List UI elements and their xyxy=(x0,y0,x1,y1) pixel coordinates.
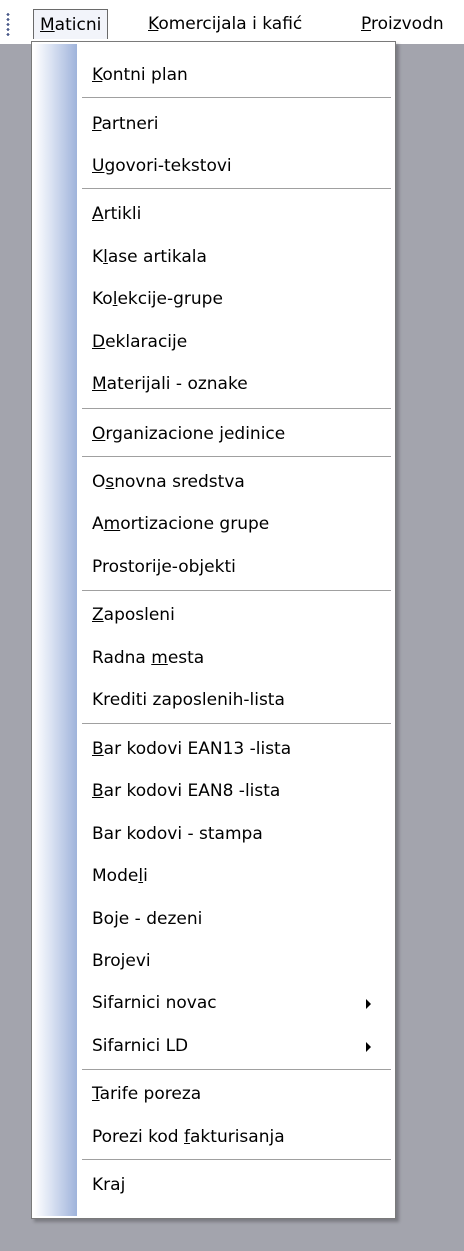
menu-item-kolekcije-grupe[interactable]: Kolekcije-grupe xyxy=(92,282,385,316)
menu-item-krediti-zaposlenih-lista[interactable]: Krediti zaposlenih-lista xyxy=(92,683,385,717)
menu-item-amortizacione-grupe[interactable]: Amortizacione grupe xyxy=(92,507,385,541)
item-text: ontni plan xyxy=(102,65,188,85)
menu-item-ugovori-tekstovi[interactable]: Ugovori-tekstovi xyxy=(92,149,385,183)
item-accesskey: s xyxy=(105,472,115,492)
menu-item-bar-kodovi-ean13[interactable]: Bar kodovi EAN13 -lista xyxy=(92,732,385,766)
menu-separator xyxy=(82,1069,391,1070)
item-text: K xyxy=(92,247,104,267)
menu-item-radna-mesta[interactable]: Radna mesta xyxy=(92,641,385,675)
submenu-arrow-icon xyxy=(366,999,371,1009)
item-text: aposleni xyxy=(103,605,175,625)
item-accesskey: Z xyxy=(92,605,104,625)
menu-item-partneri[interactable]: Partneri xyxy=(92,107,385,141)
menu-label-post: aticni xyxy=(54,15,102,35)
menu-maticni[interactable]: Maticni xyxy=(33,9,109,39)
menu-separator xyxy=(82,97,391,98)
submenu-arrow-icon xyxy=(366,1042,371,1052)
item-text: Brojevi xyxy=(92,951,151,971)
menu-label-accesskey: M xyxy=(40,15,55,35)
item-text: esta xyxy=(167,648,205,668)
item-text: Sifarnici LD xyxy=(92,1036,189,1056)
menu-komercijala-i-kafic[interactable]: Komercijala i kafić xyxy=(142,9,308,39)
item-text: arife poreza xyxy=(99,1084,202,1104)
item-accesskey: O xyxy=(92,424,106,444)
menu-item-bar-kodovi-stampa[interactable]: Bar kodovi - stampa xyxy=(92,817,385,851)
item-accesskey: m xyxy=(103,514,121,534)
item-text: A xyxy=(92,514,104,534)
menu-item-osnovna-sredstva[interactable]: Osnovna sredstva xyxy=(92,465,385,499)
item-text: Ko xyxy=(92,289,113,309)
item-text: ar kodovi EAN8 -lista xyxy=(103,781,281,801)
menu-item-bar-kodovi-ean8[interactable]: Bar kodovi EAN8 -lista xyxy=(92,774,385,808)
menu-item-modeli[interactable]: Modeli xyxy=(92,859,385,893)
item-text: ekcije-grupe xyxy=(117,289,223,309)
menu-icon-gutter xyxy=(34,44,77,1216)
menu-item-klase-artikala[interactable]: Klase artikala xyxy=(92,240,385,274)
menu-item-tarife-poreza[interactable]: Tarife poreza xyxy=(92,1077,385,1111)
menu-separator xyxy=(82,456,391,457)
toolbar-grip[interactable] xyxy=(6,12,10,36)
item-text: eklaracije xyxy=(105,332,188,352)
item-text: rtikli xyxy=(103,204,142,224)
menu-item-zaposleni[interactable]: Zaposleni xyxy=(92,598,385,632)
item-text: Prostorije-objekti xyxy=(92,557,236,577)
item-text: Sifarnici novac xyxy=(92,993,217,1013)
menu-item-materijali-oznake[interactable]: Materijali - oznake xyxy=(92,367,385,401)
item-text: Bar kodovi - stampa xyxy=(92,824,263,844)
item-text: ortizacione grupe xyxy=(120,514,270,534)
menu-proizvodnja[interactable]: Proizvodn xyxy=(355,9,450,39)
item-accesskey: A xyxy=(92,204,104,224)
menu-item-sifarnici-novac[interactable]: Sifarnici novac xyxy=(92,986,385,1020)
menu-label-post: roizvodn xyxy=(370,14,444,34)
menu-separator xyxy=(82,723,391,724)
maticni-dropdown-menu: Kontni plan Partneri Ugovori-tekstovi Ar… xyxy=(31,41,396,1219)
item-text: Boje - dezeni xyxy=(92,909,203,929)
menu-item-artikli[interactable]: Artikli xyxy=(92,197,385,231)
item-accesskey: D xyxy=(92,332,106,352)
item-text: govori-tekstovi xyxy=(104,156,232,176)
menu-item-kontni-plan[interactable]: Kontni plan xyxy=(92,58,385,92)
item-text: ar kodovi EAN13 -lista xyxy=(103,739,292,759)
menu-separator xyxy=(82,1159,391,1160)
item-text: artneri xyxy=(101,114,159,134)
menu-label-accesskey: P xyxy=(361,14,371,34)
item-text: Porezi kod xyxy=(92,1127,185,1147)
item-text: rganizacione jedinice xyxy=(105,424,286,444)
menu-separator xyxy=(82,590,391,591)
menu-bar: Maticni Komercijala i kafić Proizvodn xyxy=(0,0,464,44)
menu-item-kraj[interactable]: Kraj xyxy=(92,1168,385,1202)
item-text: Radna xyxy=(92,648,152,668)
item-accesskey: P xyxy=(92,114,102,134)
item-text: Krediti zaposlenih-lista xyxy=(92,690,285,710)
menu-item-brojevi[interactable]: Brojevi xyxy=(92,944,385,978)
item-text: akturisanja xyxy=(190,1127,285,1147)
item-text: Kra xyxy=(92,1175,121,1195)
menu-label-post: omercijala i kafić xyxy=(158,14,303,34)
item-text: i xyxy=(143,866,148,886)
item-accesskey: K xyxy=(92,65,103,85)
item-text: Mode xyxy=(92,866,139,886)
item-text: O xyxy=(92,472,106,492)
menu-separator xyxy=(82,188,391,189)
item-accesskey: B xyxy=(92,739,104,759)
item-accesskey: m xyxy=(151,648,168,668)
item-accesskey: U xyxy=(92,156,105,176)
menu-item-porezi-kod-fakturisanja[interactable]: Porezi kod fakturisanja xyxy=(92,1120,385,1154)
menu-item-sifarnici-ld[interactable]: Sifarnici LD xyxy=(92,1029,385,1063)
menu-item-deklaracije[interactable]: Deklaracije xyxy=(92,325,385,359)
menu-label-accesskey: K xyxy=(148,14,159,34)
item-accesskey: j xyxy=(120,1175,126,1195)
item-accesskey: T xyxy=(92,1084,100,1104)
item-accesskey: B xyxy=(92,781,104,801)
menu-item-boje-dezeni[interactable]: Boje - dezeni xyxy=(92,902,385,936)
menu-separator xyxy=(82,408,391,409)
item-text: aterijali - oznake xyxy=(106,374,248,394)
menu-item-organizacione-jedinice[interactable]: Organizacione jedinice xyxy=(92,417,385,451)
item-text: novna sredstva xyxy=(114,472,245,492)
item-accesskey: M xyxy=(92,374,107,394)
menu-item-prostorije-objekti[interactable]: Prostorije-objekti xyxy=(92,550,385,584)
item-text: ase artikala xyxy=(107,247,207,267)
